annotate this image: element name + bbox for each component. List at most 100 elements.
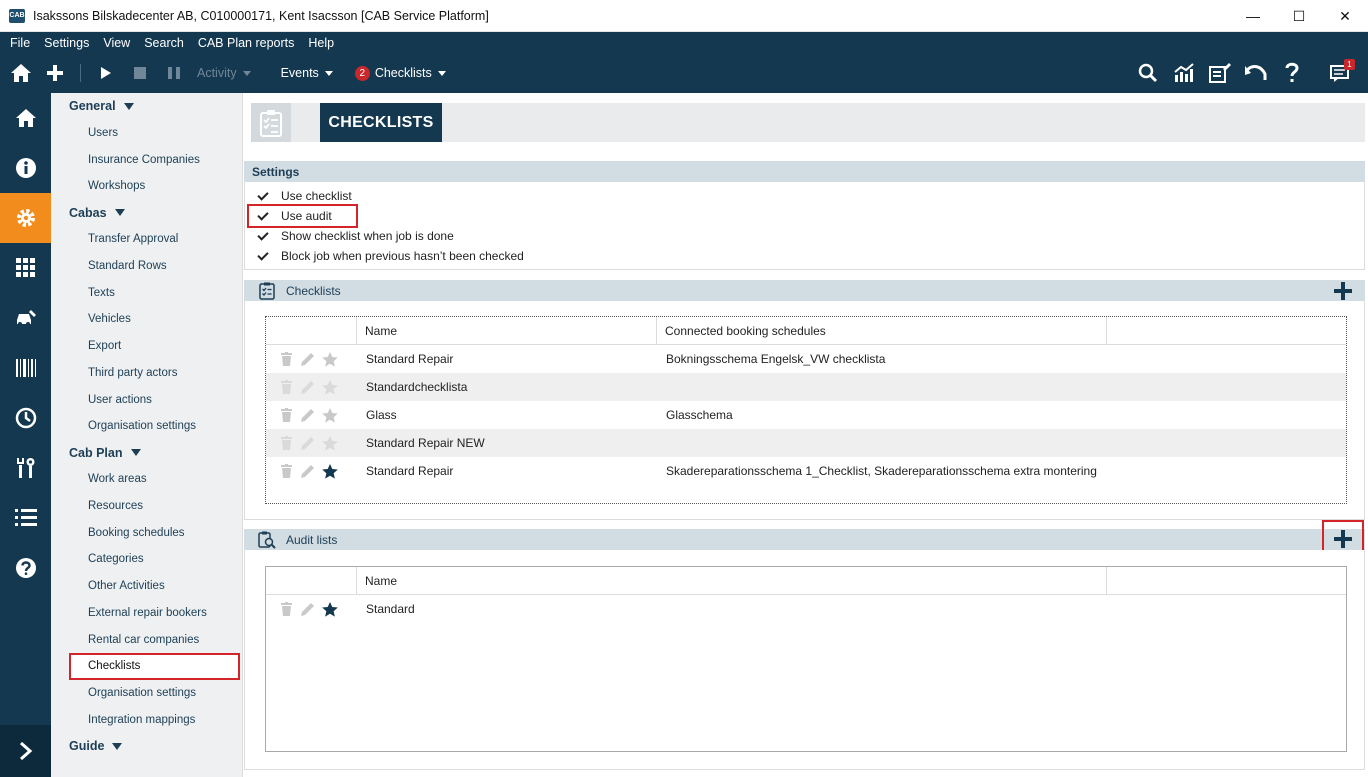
- help-icon[interactable]: [1274, 53, 1310, 93]
- messages-icon[interactable]: 1: [1322, 53, 1358, 93]
- nav-item-insurance-companies[interactable]: Insurance Companies: [51, 146, 242, 173]
- close-button[interactable]: ✕: [1322, 0, 1368, 32]
- main-panel: CHECKLISTS Settings Use checklist Use au…: [242, 93, 1368, 777]
- add-checklist-button[interactable]: [1329, 280, 1357, 301]
- header-connected-booking-schedules[interactable]: Connected booking schedules: [657, 317, 1107, 345]
- nav-item-texts[interactable]: Texts: [51, 279, 242, 306]
- header-filler: [1107, 567, 1346, 595]
- nav-item-rental-car-companies[interactable]: Rental car companies: [51, 626, 242, 653]
- trash-icon[interactable]: [278, 351, 294, 367]
- table-row[interactable]: Standard Repair NEW: [266, 429, 1346, 457]
- events-menu[interactable]: Events: [281, 66, 333, 80]
- rail-settings[interactable]: [0, 193, 51, 243]
- home-icon[interactable]: [4, 53, 38, 93]
- nav-item-transfer-approval[interactable]: Transfer Approval: [51, 226, 242, 253]
- play-icon[interactable]: [89, 53, 123, 93]
- cell-name: Standard Repair: [366, 352, 454, 366]
- table-row[interactable]: Standard Repair Bokningsschema Engelsk_V…: [266, 345, 1346, 373]
- table-row[interactable]: Standard Repair Skadereparationsschema 1…: [266, 457, 1346, 485]
- pencil-icon[interactable]: [300, 351, 316, 367]
- table-header: Name Connected booking schedules: [266, 317, 1346, 345]
- nav-item-workshops[interactable]: Workshops: [51, 173, 242, 200]
- star-outline-icon[interactable]: [322, 407, 338, 423]
- menu-view[interactable]: View: [97, 36, 136, 50]
- checkbox-checked[interactable]: [257, 190, 270, 203]
- nav-item-third-party-actors[interactable]: Third party actors: [51, 360, 242, 387]
- header-name[interactable]: Name: [357, 567, 1107, 595]
- rail-expand[interactable]: [0, 725, 51, 777]
- nav-item-cabplan-organisation-settings[interactable]: Organisation settings: [51, 680, 242, 707]
- rail-barcode[interactable]: [0, 343, 51, 393]
- pencil-icon[interactable]: [300, 601, 316, 617]
- trash-icon[interactable]: [278, 435, 294, 451]
- cell-name: Standard Repair: [366, 464, 454, 478]
- pencil-icon[interactable]: [300, 463, 316, 479]
- nav-item-user-actions[interactable]: User actions: [51, 386, 242, 413]
- statistics-icon[interactable]: [1166, 53, 1202, 93]
- table-row[interactable]: Standardchecklista: [266, 373, 1346, 401]
- star-filled-icon[interactable]: [322, 601, 338, 617]
- menu-cab-plan-reports[interactable]: CAB Plan reports: [192, 36, 301, 50]
- rail-tools[interactable]: [0, 443, 51, 493]
- checkbox-checked[interactable]: [257, 230, 270, 243]
- trash-icon[interactable]: [278, 407, 294, 423]
- nav-group-cab-plan[interactable]: Cab Plan: [51, 440, 242, 467]
- undo-icon[interactable]: [1238, 53, 1274, 93]
- table-row[interactable]: Standard: [266, 595, 1346, 623]
- nav-item-resources[interactable]: Resources: [51, 493, 242, 520]
- audit-lists-section-title: Audit lists: [286, 532, 338, 547]
- nav-item-cabas-organisation-settings[interactable]: Organisation settings: [51, 413, 242, 440]
- header-name[interactable]: Name: [357, 317, 657, 345]
- nav-item-standard-rows[interactable]: Standard Rows: [51, 253, 242, 280]
- nav-item-booking-schedules[interactable]: Booking schedules: [51, 519, 242, 546]
- table-row[interactable]: Glass Glasschema: [266, 401, 1346, 429]
- setting-show-checklist-when-done[interactable]: Show checklist when job is done: [245, 226, 1364, 246]
- pencil-icon[interactable]: [300, 435, 316, 451]
- star-outline-icon[interactable]: [322, 435, 338, 451]
- search-icon[interactable]: [1130, 53, 1166, 93]
- pencil-icon[interactable]: [300, 379, 316, 395]
- nav-item-categories[interactable]: Categories: [51, 546, 242, 573]
- nav-item-work-areas[interactable]: Work areas: [51, 466, 242, 493]
- minimize-button[interactable]: —: [1230, 0, 1276, 32]
- nav-item-integration-mappings[interactable]: Integration mappings: [51, 706, 242, 733]
- rail-clock[interactable]: [0, 393, 51, 443]
- rail-vehicle[interactable]: [0, 293, 51, 343]
- menu-file[interactable]: File: [4, 36, 36, 50]
- rail-help[interactable]: [0, 543, 51, 593]
- nav-item-export[interactable]: Export: [51, 333, 242, 360]
- rail-info[interactable]: [0, 143, 51, 193]
- star-outline-icon[interactable]: [322, 379, 338, 395]
- checklists-menu[interactable]: 2 Checklists: [354, 65, 446, 81]
- nav-group-general[interactable]: General: [51, 93, 242, 120]
- nav-item-users[interactable]: Users: [51, 120, 242, 147]
- checklist-icon: [258, 282, 276, 300]
- menu-settings[interactable]: Settings: [38, 36, 95, 50]
- add-icon[interactable]: [38, 53, 72, 93]
- menu-search[interactable]: Search: [138, 36, 190, 50]
- setting-block-job[interactable]: Block job when previous hasn’t been chec…: [245, 246, 1364, 266]
- nav-item-external-repair-bookers[interactable]: External repair bookers: [51, 600, 242, 627]
- checkbox-checked[interactable]: [257, 210, 270, 223]
- nav-group-label: General: [69, 99, 116, 114]
- rail-list[interactable]: [0, 493, 51, 543]
- checkbox-checked[interactable]: [257, 250, 270, 263]
- nav-item-checklists[interactable]: Checklists: [69, 652, 240, 680]
- nav-item-vehicles[interactable]: Vehicles: [51, 306, 242, 333]
- pencil-icon[interactable]: [300, 407, 316, 423]
- maximize-button[interactable]: ☐: [1276, 0, 1322, 32]
- nav-item-other-activities[interactable]: Other Activities: [51, 573, 242, 600]
- star-outline-icon[interactable]: [322, 351, 338, 367]
- star-filled-icon[interactable]: [322, 463, 338, 479]
- trash-icon[interactable]: [278, 601, 294, 617]
- report-edit-icon[interactable]: [1202, 53, 1238, 93]
- nav-group-guide[interactable]: Guide: [51, 733, 242, 760]
- setting-use-audit[interactable]: Use audit: [247, 204, 358, 228]
- rail-home[interactable]: [0, 93, 51, 143]
- trash-icon[interactable]: [278, 463, 294, 479]
- nav-group-cabas[interactable]: Cabas: [51, 200, 242, 227]
- rail-grid[interactable]: [0, 243, 51, 293]
- setting-use-checklist[interactable]: Use checklist: [245, 186, 1364, 206]
- trash-icon[interactable]: [278, 379, 294, 395]
- menu-help[interactable]: Help: [302, 36, 340, 50]
